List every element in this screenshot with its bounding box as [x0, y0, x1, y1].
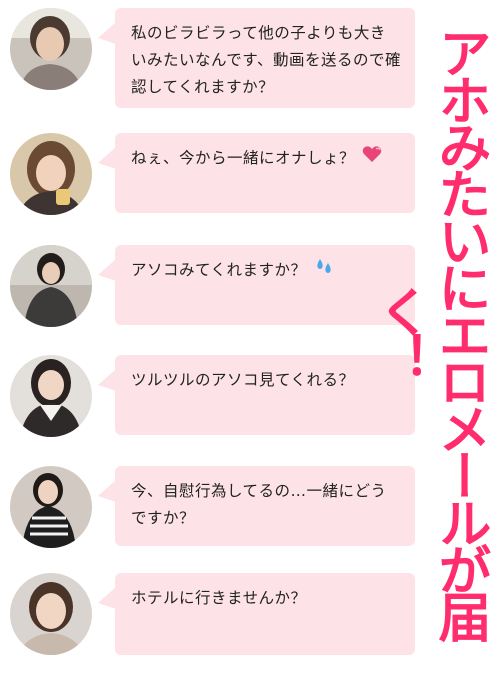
message-text: ホテルに行きませんか？ — [131, 589, 307, 607]
message-text: ツルツルのアソコ見てくれる？ — [131, 371, 355, 389]
heart-icon — [362, 145, 382, 172]
avatar — [10, 245, 92, 327]
message-row: ツルツルのアソコ見てくれる？ — [0, 355, 420, 455]
message-row: ねぇ、今から一緒にオナしょ？ — [0, 133, 420, 233]
avatar — [10, 355, 92, 437]
message-row: 今、自慰行為してるの…一緒にどうですか？ — [0, 466, 420, 566]
sweat-drops-icon — [314, 257, 334, 284]
message-row: アソコみてくれますか？ — [0, 245, 420, 345]
avatar — [10, 466, 92, 548]
message-row: ホテルに行きませんか？ — [0, 573, 420, 673]
message-text: ねぇ、今から一緒にオナしょ？ — [131, 149, 356, 167]
message-bubble: 今、自慰行為してるの…一緒にどうですか？ — [98, 466, 415, 546]
message-text: アソコみてくれますか？ — [131, 261, 307, 279]
message-text: 私のビラビラって他の子よりも大きいみたいなんです、動画を送るので確認してくれます… — [131, 24, 401, 96]
headline: アホみたいにエロメールが届く！ — [370, 26, 491, 637]
message-row: 私のビラビラって他の子よりも大きいみたいなんです、動画を送るので確認してくれます… — [0, 8, 420, 108]
message-text: 今、自慰行為してるの…一緒にどうですか？ — [131, 482, 387, 527]
message-bubble: 私のビラビラって他の子よりも大きいみたいなんです、動画を送るので確認してくれます… — [98, 8, 415, 108]
avatar — [10, 8, 92, 90]
avatar — [10, 133, 92, 215]
message-bubble: ねぇ、今から一緒にオナしょ？ — [98, 133, 415, 213]
message-bubble: ホテルに行きませんか？ — [98, 573, 415, 655]
avatar — [10, 573, 92, 655]
